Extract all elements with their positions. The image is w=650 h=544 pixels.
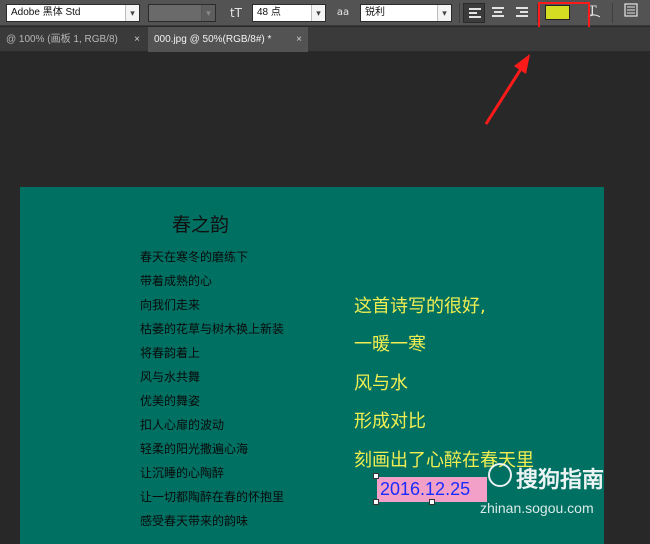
sogou-logo-icon (488, 463, 512, 487)
font-size-value: 48 点 (257, 7, 281, 18)
poem-line: 向我们走来 (140, 298, 201, 312)
font-size-icon: tT (229, 6, 243, 20)
watermark-text: 搜狗指南 (516, 468, 605, 493)
comment-line: 形成对比 (354, 411, 426, 432)
font-size-select[interactable]: 48 点 ▾ (252, 4, 326, 22)
document-tab-bar: @ 100% (画板 1, RGB/8) × 000.jpg @ 50%(RGB… (0, 27, 650, 52)
comment-line: 这首诗写的很好, (354, 296, 486, 317)
poem-title: 春之韵 (172, 214, 230, 236)
comment-line: 风与水 (354, 373, 408, 394)
poem-line: 春天在寒冬的磨练下 (140, 250, 249, 264)
poem-line: 优美的舞姿 (140, 394, 201, 408)
date-text[interactable]: 2016.12.25 (380, 477, 470, 502)
poem-line: 风与水共舞 (140, 370, 201, 384)
font-family-select[interactable]: Adobe 黑体 Std ▾ (6, 4, 140, 22)
poem-line: 带着成熟的心 (140, 274, 213, 288)
separator (459, 3, 460, 23)
chevron-down-icon: ▾ (311, 5, 325, 21)
character-panel-icon[interactable] (622, 3, 640, 24)
tab-artboard[interactable]: @ 100% (画板 1, RGB/8) × (0, 27, 146, 52)
antialias-icon: aa (336, 7, 350, 18)
separator (612, 3, 613, 23)
poem-line: 让一切都陶醉在春的怀抱里 (140, 490, 285, 504)
close-icon[interactable]: × (296, 27, 302, 52)
transform-handle[interactable] (429, 499, 435, 505)
transform-handle[interactable] (373, 473, 379, 479)
antialias-select[interactable]: 锐利 ▾ (360, 4, 452, 22)
chevron-down-icon: ▾ (125, 5, 139, 21)
poem-line: 让沉睡的心陶醉 (140, 466, 225, 480)
transform-handle[interactable] (373, 499, 379, 505)
font-style-select[interactable]: ▾ (148, 4, 216, 22)
tab-000-jpg[interactable]: 000.jpg @ 50%(RGB/8#) * × (148, 27, 308, 52)
chevron-down-icon: ▾ (437, 5, 451, 21)
annotation-arrow (484, 54, 530, 125)
tab-label: @ 100% (画板 1, RGB/8) (6, 34, 118, 45)
poem-line: 扣人心扉的波动 (140, 418, 225, 432)
close-icon[interactable]: × (134, 27, 140, 52)
align-left-button[interactable] (463, 3, 485, 23)
align-center-button[interactable] (487, 3, 509, 23)
chevron-down-icon: ▾ (201, 5, 215, 21)
tab-label: 000.jpg @ 50%(RGB/8#) * (154, 34, 272, 45)
watermark-url: zhinan.sogou.com (480, 500, 594, 516)
poem-line: 枯萎的花草与树木换上新装 (140, 322, 285, 336)
poem-line: 将春韵着上 (140, 346, 201, 360)
comment-line: 一暖一寒 (354, 334, 426, 355)
align-right-button[interactable] (511, 3, 533, 23)
poem-line: 轻柔的阳光撒遍心海 (140, 442, 249, 456)
font-family-value: Adobe 黑体 Std (11, 7, 81, 18)
antialias-value: 锐利 (365, 7, 385, 18)
poem-line: 感受春天带来的韵味 (140, 514, 249, 528)
